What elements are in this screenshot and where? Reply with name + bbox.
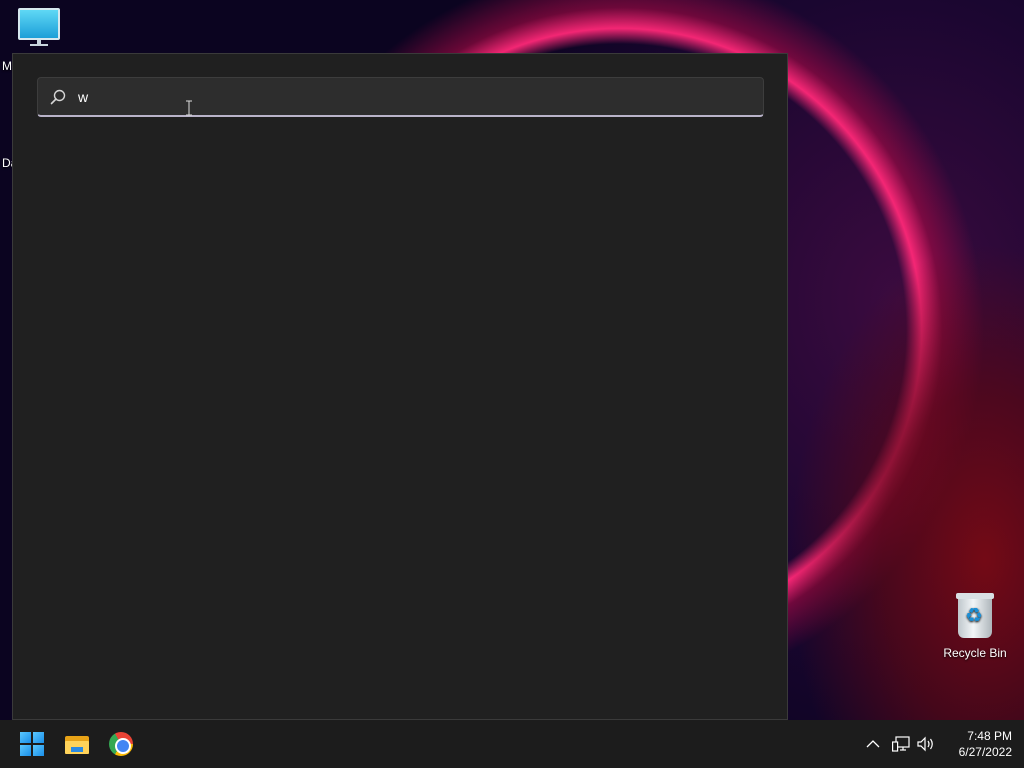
chrome-button[interactable]	[101, 724, 141, 764]
monitor-icon	[18, 8, 60, 40]
search-icon	[38, 89, 78, 105]
search-box[interactable]	[37, 77, 764, 117]
recycle-bin-label: Recycle Bin	[943, 646, 1007, 660]
start-button[interactable]	[12, 724, 52, 764]
taskbar: 7:48 PM 6/27/2022	[0, 720, 1024, 768]
clock[interactable]: 7:48 PM 6/27/2022	[940, 728, 1012, 760]
this-pc-desktop-icon[interactable]	[14, 8, 64, 46]
folder-icon	[65, 734, 89, 754]
clock-date: 6/27/2022	[958, 745, 1012, 759]
windows-logo-icon	[20, 732, 44, 756]
file-explorer-button[interactable]	[57, 724, 97, 764]
network-icon[interactable]	[890, 732, 912, 756]
desktop-icon-label-partial: M	[2, 59, 12, 73]
clock-time: 7:48 PM	[967, 729, 1012, 743]
recycle-bin-icon: ♻	[956, 593, 994, 638]
text-cursor-icon	[186, 100, 192, 116]
recycle-bin-desktop-icon[interactable]: ♻ Recycle Bin	[940, 593, 1010, 660]
volume-icon[interactable]	[915, 732, 937, 756]
search-input[interactable]	[78, 78, 763, 115]
chevron-up-icon[interactable]	[862, 732, 884, 756]
chrome-icon	[109, 732, 133, 756]
search-panel	[12, 53, 788, 720]
